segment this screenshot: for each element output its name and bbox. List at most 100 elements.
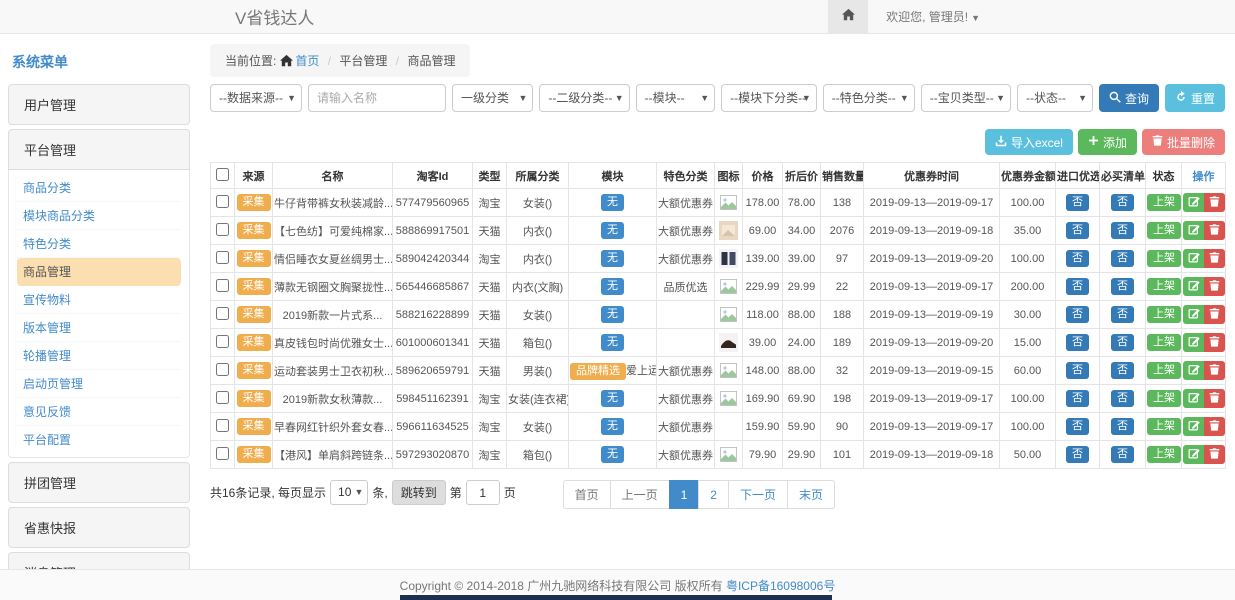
- sidebar-group-0[interactable]: 用户管理: [8, 84, 190, 125]
- status-button[interactable]: 上架: [1147, 334, 1181, 351]
- imported-toggle[interactable]: 否: [1066, 194, 1089, 211]
- row-checkbox[interactable]: [216, 419, 229, 432]
- select-all-checkbox[interactable]: [216, 168, 229, 181]
- status-button[interactable]: 上架: [1147, 194, 1181, 211]
- must-buy-toggle[interactable]: 否: [1111, 390, 1134, 407]
- status-button[interactable]: 上架: [1147, 278, 1181, 295]
- page-button-上一页[interactable]: 上一页: [610, 480, 670, 509]
- home-button[interactable]: [828, 0, 868, 33]
- row-checkbox[interactable]: [216, 279, 229, 292]
- must-buy-toggle[interactable]: 否: [1111, 334, 1134, 351]
- delete-button[interactable]: [1204, 249, 1225, 268]
- delete-button[interactable]: [1204, 361, 1225, 380]
- sidebar-item-1-1[interactable]: 模块商品分类: [17, 202, 181, 230]
- edit-button[interactable]: [1183, 417, 1204, 436]
- status-button[interactable]: 上架: [1147, 362, 1181, 379]
- must-buy-toggle[interactable]: 否: [1111, 250, 1134, 267]
- must-buy-toggle[interactable]: 否: [1111, 278, 1134, 295]
- edit-button[interactable]: [1183, 333, 1204, 352]
- page-button-下一页[interactable]: 下一页: [728, 480, 788, 509]
- delete-button[interactable]: [1204, 193, 1225, 212]
- must-buy-toggle[interactable]: 否: [1111, 222, 1134, 239]
- jump-button[interactable]: 跳转到: [392, 480, 446, 505]
- per-page-select[interactable]: 10▼: [330, 480, 368, 505]
- status-button[interactable]: 上架: [1147, 418, 1181, 435]
- must-buy-toggle[interactable]: 否: [1111, 446, 1134, 463]
- filter-select-6[interactable]: --宝贝类型--▼: [921, 84, 1011, 112]
- edit-button[interactable]: [1183, 193, 1204, 212]
- filter-select-5[interactable]: --特色分类--▼: [823, 84, 915, 112]
- sidebar-item-1-5[interactable]: 版本管理: [17, 314, 181, 342]
- icp-link[interactable]: 粤ICP备16098006号: [726, 577, 835, 594]
- sidebar-group-3[interactable]: 省惠快报: [8, 507, 190, 548]
- delete-button[interactable]: [1204, 221, 1225, 240]
- sidebar-item-1-8[interactable]: 意见反馈: [17, 398, 181, 426]
- row-checkbox[interactable]: [216, 363, 229, 376]
- app-brand[interactable]: V省钱达人: [235, 4, 314, 29]
- filter-select-7[interactable]: --状态--▼: [1017, 84, 1093, 112]
- imported-toggle[interactable]: 否: [1066, 362, 1089, 379]
- must-buy-toggle[interactable]: 否: [1111, 194, 1134, 211]
- sidebar-item-1-4[interactable]: 宣传物料: [17, 286, 181, 314]
- edit-button[interactable]: [1183, 389, 1204, 408]
- imported-toggle[interactable]: 否: [1066, 334, 1089, 351]
- reset-button[interactable]: 重置: [1165, 84, 1225, 112]
- status-button[interactable]: 上架: [1147, 390, 1181, 407]
- batch-delete-button[interactable]: 批量删除: [1142, 129, 1225, 155]
- imported-toggle[interactable]: 否: [1066, 278, 1089, 295]
- filter-select-2[interactable]: --二级分类--▼: [539, 84, 629, 112]
- delete-button[interactable]: [1204, 305, 1225, 324]
- sidebar-item-1-9[interactable]: 平台配置: [17, 426, 181, 453]
- status-button[interactable]: 上架: [1147, 222, 1181, 239]
- imported-toggle[interactable]: 否: [1066, 390, 1089, 407]
- row-checkbox[interactable]: [216, 391, 229, 404]
- sidebar-item-1-7[interactable]: 启动页管理: [17, 370, 181, 398]
- sidebar-item-1-3[interactable]: 商品管理: [17, 258, 181, 286]
- edit-button[interactable]: [1183, 221, 1204, 240]
- row-checkbox[interactable]: [216, 223, 229, 236]
- row-checkbox[interactable]: [216, 447, 229, 460]
- query-button[interactable]: 查询: [1099, 84, 1159, 112]
- sidebar-group-1[interactable]: 平台管理: [8, 129, 190, 170]
- edit-button[interactable]: [1183, 361, 1204, 380]
- delete-button[interactable]: [1204, 277, 1225, 296]
- imported-toggle[interactable]: 否: [1066, 418, 1089, 435]
- sidebar-group-2[interactable]: 拼团管理: [8, 462, 190, 503]
- name-search-input[interactable]: [308, 84, 446, 112]
- page-number-input[interactable]: [466, 480, 500, 505]
- delete-button[interactable]: [1204, 389, 1225, 408]
- page-button-2[interactable]: 2: [698, 480, 729, 509]
- delete-button[interactable]: [1204, 417, 1225, 436]
- sidebar-item-1-0[interactable]: 商品分类: [17, 174, 181, 202]
- sidebar-item-1-6[interactable]: 轮播管理: [17, 342, 181, 370]
- sidebar-item-1-2[interactable]: 特色分类: [17, 230, 181, 258]
- status-button[interactable]: 上架: [1147, 446, 1181, 463]
- edit-button[interactable]: [1183, 445, 1204, 464]
- delete-button[interactable]: [1204, 445, 1225, 464]
- filter-select-0[interactable]: --数据来源--▼: [210, 84, 302, 112]
- page-button-末页[interactable]: 末页: [787, 480, 835, 509]
- must-buy-toggle[interactable]: 否: [1111, 306, 1134, 323]
- filter-select-4[interactable]: --模块下分类--▼: [721, 84, 817, 112]
- user-menu[interactable]: 欢迎您, 管理员!▼: [886, 8, 980, 25]
- filter-select-3[interactable]: --模块--▼: [636, 84, 716, 112]
- sidebar-group-4[interactable]: 消息管理: [8, 552, 190, 569]
- imported-toggle[interactable]: 否: [1066, 222, 1089, 239]
- row-checkbox[interactable]: [216, 251, 229, 264]
- edit-button[interactable]: [1183, 277, 1204, 296]
- row-checkbox[interactable]: [216, 195, 229, 208]
- delete-button[interactable]: [1204, 333, 1225, 352]
- imported-toggle[interactable]: 否: [1066, 306, 1089, 323]
- import-excel-button[interactable]: 导入excel: [985, 129, 1073, 155]
- row-checkbox[interactable]: [216, 335, 229, 348]
- row-checkbox[interactable]: [216, 307, 229, 320]
- filter-select-1[interactable]: 一级分类▼: [452, 84, 533, 112]
- status-button[interactable]: 上架: [1147, 250, 1181, 267]
- page-button-1[interactable]: 1: [669, 480, 700, 509]
- page-button-首页[interactable]: 首页: [563, 480, 611, 509]
- edit-button[interactable]: [1183, 249, 1204, 268]
- edit-button[interactable]: [1183, 305, 1204, 324]
- imported-toggle[interactable]: 否: [1066, 446, 1089, 463]
- breadcrumb-home-link[interactable]: 首页: [295, 54, 319, 68]
- must-buy-toggle[interactable]: 否: [1111, 418, 1134, 435]
